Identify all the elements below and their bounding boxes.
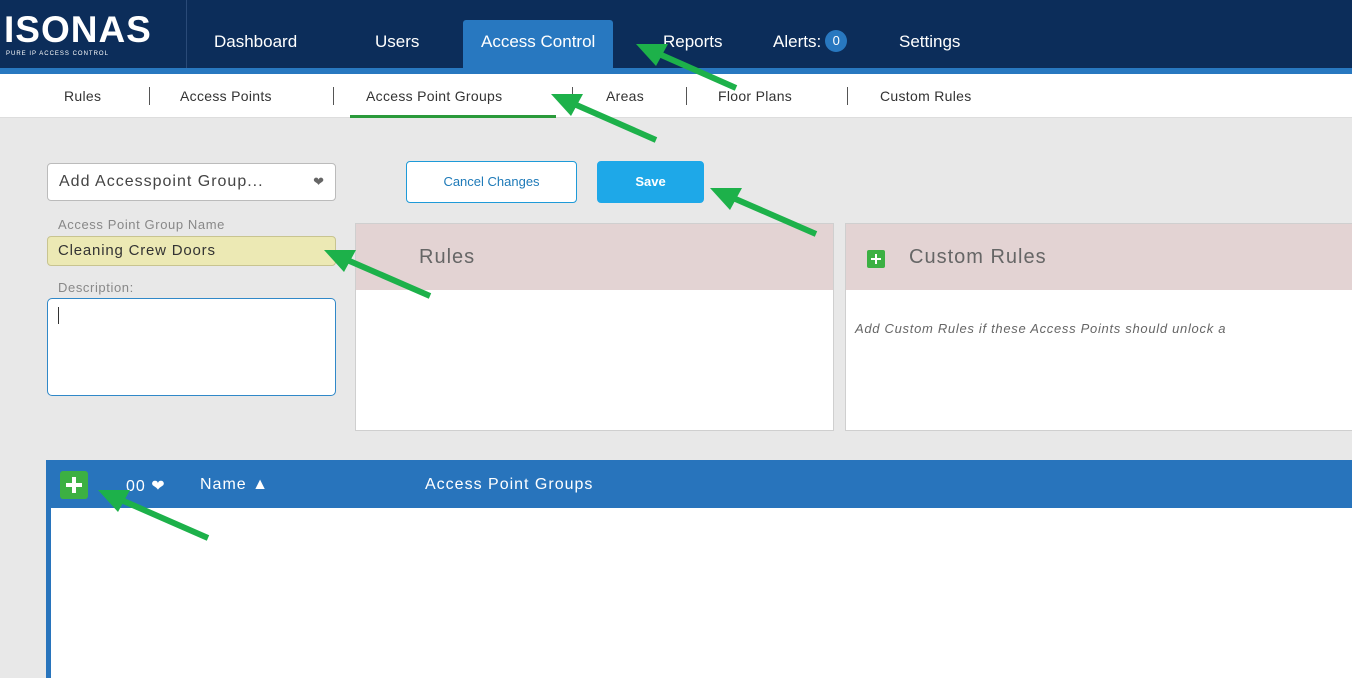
alerts-count-badge: 0 <box>825 29 848 52</box>
column-header-name[interactable]: Name ▲ <box>200 476 269 494</box>
custom-rules-panel-title: Custom Rules <box>909 246 1047 268</box>
nav-users[interactable]: Users <box>357 20 437 68</box>
nav-access-control[interactable]: Access Control <box>463 20 614 68</box>
cancel-changes-button[interactable]: Cancel Changes <box>406 161 577 203</box>
select-value: Add Accesspoint Group... <box>59 173 264 190</box>
isonas-logo[interactable]: ISONAS PURE IP ACCESS CONTROL <box>0 0 187 68</box>
column-header-access-point-groups[interactable]: Access Point Groups <box>425 476 593 494</box>
rules-panel: Rules <box>355 223 834 431</box>
nav-alerts[interactable]: Alerts: 0 <box>755 20 865 68</box>
nav-dashboard[interactable]: Dashboard <box>196 20 315 68</box>
logo-text: ISONAS <box>4 9 152 50</box>
description-textarea[interactable] <box>47 298 336 396</box>
chevron-down-icon: ❤ <box>313 174 325 189</box>
subnav-access-points[interactable]: Access Points <box>180 74 272 118</box>
top-nav-bar: ISONAS PURE IP ACCESS CONTROL Dashboard … <box>0 0 1352 68</box>
sub-nav-bar: Rules Access Points Access Point Groups … <box>0 74 1352 118</box>
subnav-divider <box>686 87 687 105</box>
count-selector-value: 00 <box>126 478 146 495</box>
custom-rules-panel: Custom Rules Add Custom Rules if these A… <box>845 223 1352 431</box>
add-custom-rule-icon[interactable] <box>867 250 885 268</box>
subnav-custom-rules[interactable]: Custom Rules <box>880 74 972 118</box>
table-body <box>51 508 1352 678</box>
accesspoint-group-select[interactable]: Add Accesspoint Group... ❤ <box>47 163 336 201</box>
subnav-rules[interactable]: Rules <box>64 74 101 118</box>
count-selector[interactable]: 00 ❤ <box>126 476 166 496</box>
subnav-divider <box>847 87 848 105</box>
subnav-divider <box>149 87 150 105</box>
chevron-down-icon: ❤ <box>151 478 166 495</box>
description-label: Description: <box>58 280 134 295</box>
subnav-divider <box>333 87 334 105</box>
subnav-divider <box>572 87 573 105</box>
save-button[interactable]: Save <box>597 161 704 203</box>
nav-reports[interactable]: Reports <box>645 20 741 68</box>
nav-settings[interactable]: Settings <box>881 20 978 68</box>
group-name-label: Access Point Group Name <box>58 217 225 232</box>
text-caret <box>58 307 59 324</box>
custom-rules-hint: Add Custom Rules if these Access Points … <box>855 321 1227 336</box>
access-point-groups-table: 00 ❤ Name ▲ Access Point Groups <box>46 460 1352 678</box>
subnav-access-point-groups[interactable]: Access Point Groups <box>366 74 502 118</box>
rules-panel-header: Rules <box>356 224 833 290</box>
rules-panel-title: Rules <box>419 246 476 268</box>
custom-rules-panel-header: Custom Rules <box>846 224 1352 290</box>
logo-tagline: PURE IP ACCESS CONTROL <box>6 51 109 57</box>
subnav-areas[interactable]: Areas <box>606 74 644 118</box>
nav-alerts-label: Alerts: <box>773 32 822 51</box>
subnav-floor-plans[interactable]: Floor Plans <box>718 74 792 118</box>
group-name-input[interactable]: Cleaning Crew Doors <box>47 236 336 266</box>
active-tab-underline <box>350 115 556 118</box>
add-group-plus-icon[interactable] <box>60 471 88 499</box>
